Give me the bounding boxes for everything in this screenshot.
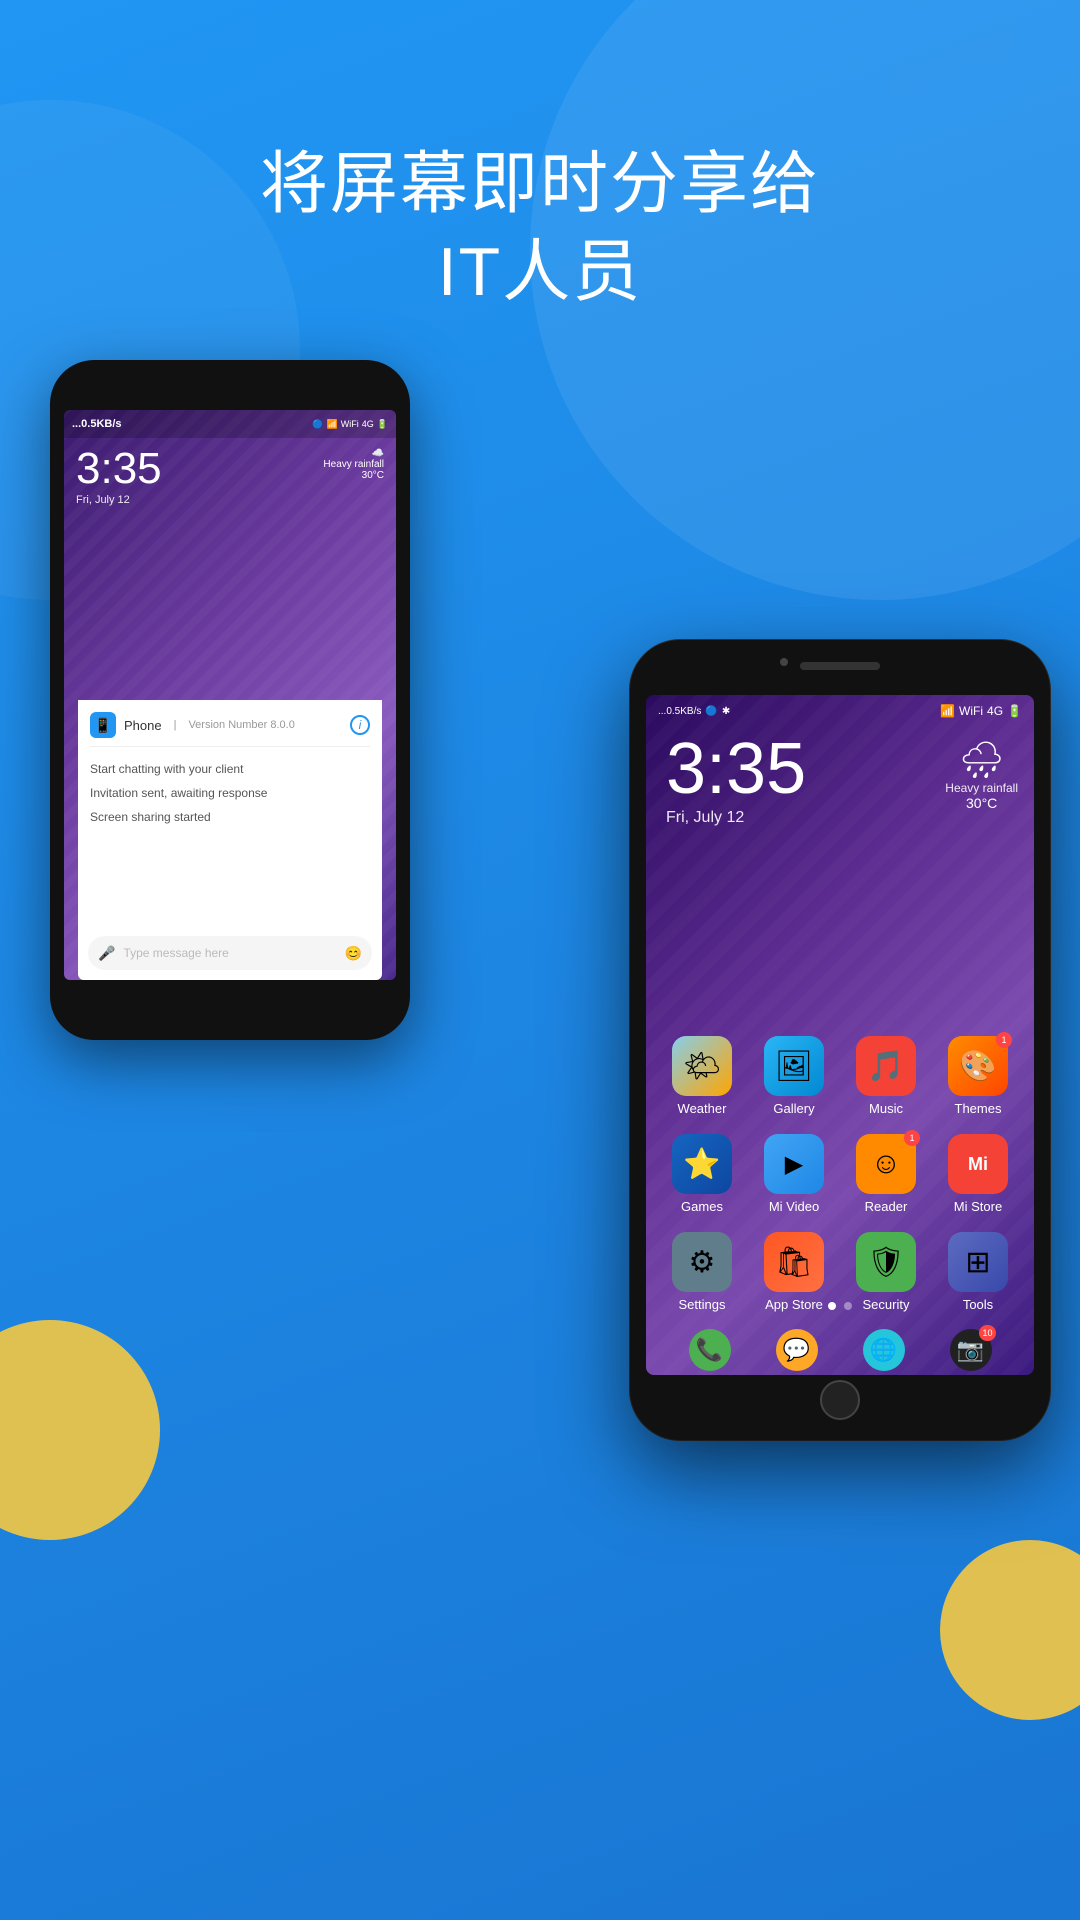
front-clock-date: Fri, July 12 xyxy=(666,809,806,827)
front-reader-icon: ☺ 1 xyxy=(856,1134,916,1194)
front-app-settings[interactable]: ⚙ Settings xyxy=(662,1232,742,1312)
front-app-appstore[interactable]: 🛍 App Store xyxy=(754,1232,834,1312)
phone-front-screen: ...0.5KB/s 🔵 ✱ 📶 WiFi 4G 🔋 3:35 Fri, Jul… xyxy=(646,695,1034,1375)
phone-front-statusbar: ...0.5KB/s 🔵 ✱ 📶 WiFi 4G 🔋 xyxy=(646,695,1034,727)
front-app-mistore[interactable]: Mi Mi Store xyxy=(938,1134,1018,1214)
front-gallery-label: Gallery xyxy=(773,1101,814,1116)
front-mivideo-label: Mi Video xyxy=(769,1199,819,1214)
back-status-icons: 🔵 📶 WiFi 4G 🔋 xyxy=(312,419,388,430)
front-app-row-3: ⚙ Settings 🛍 App Store 🛡 Security ⊞ Tool… xyxy=(656,1232,1024,1312)
headline: 将屏幕即时分享给 IT人员 xyxy=(0,140,1080,317)
front-apps: 🌤 Weather 🖼 Gallery 🎵 Music 🎨 1 Them xyxy=(646,1036,1034,1330)
front-themes-label: Themes xyxy=(955,1101,1002,1116)
network-icon: 4G xyxy=(987,704,1003,718)
front-bottom-camera[interactable]: 📷 10 xyxy=(950,1329,992,1371)
front-status-left: ...0.5KB/s 🔵 ✱ xyxy=(658,706,730,717)
wifi-icon: WiFi xyxy=(959,704,983,718)
front-themes-icon: 🎨 1 xyxy=(948,1036,1008,1096)
front-app-themes[interactable]: 🎨 1 Themes xyxy=(938,1036,1018,1116)
front-camera-badge: 10 xyxy=(979,1325,995,1341)
phone-back-statusbar: ...0.5KB/s 🔵 📶 WiFi 4G 🔋 xyxy=(64,410,396,438)
chat-version-separator: | xyxy=(174,719,177,731)
chat-app-icon: 📱 xyxy=(90,712,116,738)
chat-input-bar[interactable]: 🎤 Type message here 😊 xyxy=(88,936,372,970)
front-security-icon: 🛡 xyxy=(856,1232,916,1292)
headline-line2: IT人员 xyxy=(0,228,1080,316)
front-bottom-browser[interactable]: 🌐 xyxy=(863,1329,905,1371)
phone-front: ...0.5KB/s 🔵 ✱ 📶 WiFi 4G 🔋 3:35 Fri, Jul… xyxy=(630,640,1050,1440)
chat-msg-3: Screen sharing started xyxy=(90,805,370,829)
front-app-music[interactable]: 🎵 Music xyxy=(846,1036,926,1116)
chat-msg-1: Start chatting with your client xyxy=(90,757,370,781)
front-app-weather[interactable]: 🌤 Weather xyxy=(662,1036,742,1116)
front-app-reader[interactable]: ☺ 1 Reader xyxy=(846,1134,926,1214)
page-dots xyxy=(646,1302,1034,1310)
front-reader-label: Reader xyxy=(865,1199,908,1214)
chat-input-placeholder: Type message here xyxy=(123,946,336,960)
front-appstore-icon: 🛍 xyxy=(764,1232,824,1292)
headline-line1: 将屏幕即时分享给 xyxy=(0,140,1080,228)
front-gallery-icon: 🖼 xyxy=(764,1036,824,1096)
front-mistore-icon: Mi xyxy=(948,1134,1008,1194)
page-dot-2 xyxy=(844,1302,852,1310)
front-weather-app-icon: 🌤 xyxy=(672,1036,732,1096)
front-bottom-messages[interactable]: 💬 xyxy=(776,1329,818,1371)
phone-back-screen: ...0.5KB/s 🔵 📶 WiFi 4G 🔋 3:35 Fri, July … xyxy=(64,410,396,980)
front-games-icon: ⭐ xyxy=(672,1134,732,1194)
chat-version-label: Version Number 8.0.0 xyxy=(188,719,294,731)
phone-back: ...0.5KB/s 🔵 📶 WiFi 4G 🔋 3:35 Fri, July … xyxy=(50,360,410,1040)
front-weather-icon: 🌧 xyxy=(945,739,1018,781)
front-bottom-bar: 📞 💬 🌐 📷 10 xyxy=(646,1325,1034,1375)
back-status-speed: ...0.5KB/s xyxy=(72,418,122,430)
phone-front-clock: 3:35 Fri, July 12 xyxy=(666,733,806,827)
front-app-row-1: 🌤 Weather 🖼 Gallery 🎵 Music 🎨 1 Them xyxy=(656,1036,1024,1116)
chat-panel: 📱 Phone | Version Number 8.0.0 i Start c… xyxy=(78,700,382,980)
front-app-games[interactable]: ⭐ Games xyxy=(662,1134,742,1214)
front-tools-icon: ⊞ xyxy=(948,1232,1008,1292)
front-app-tools[interactable]: ⊞ Tools xyxy=(938,1232,1018,1312)
front-status-right: 📶 WiFi 4G 🔋 xyxy=(940,704,1022,718)
front-mivideo-icon: ▶ xyxy=(764,1134,824,1194)
front-app-mivideo[interactable]: ▶ Mi Video xyxy=(754,1134,834,1214)
front-reader-badge: 1 xyxy=(904,1130,920,1146)
front-camera xyxy=(780,658,788,666)
back-weather-temp: 30°C xyxy=(323,470,384,481)
front-music-icon: 🎵 xyxy=(856,1036,916,1096)
front-music-label: Music xyxy=(869,1101,903,1116)
chat-header: 📱 Phone | Version Number 8.0.0 i xyxy=(90,712,370,747)
chat-info-icon[interactable]: i xyxy=(350,715,370,735)
battery-icon: 🔋 xyxy=(1007,704,1022,718)
back-clock-date: Fri, July 12 xyxy=(76,494,162,506)
front-weather-app-label: Weather xyxy=(678,1101,727,1116)
chat-app-name: Phone xyxy=(124,718,162,733)
front-bottom-phone[interactable]: 📞 xyxy=(689,1329,731,1371)
back-weather-icon: ☁️ xyxy=(323,448,384,459)
phone-back-clock: 3:35 Fri, July 12 xyxy=(76,444,162,506)
front-weather-desc: Heavy rainfall xyxy=(945,781,1018,795)
front-games-label: Games xyxy=(681,1199,723,1214)
front-themes-badge: 1 xyxy=(996,1032,1012,1048)
chat-messages: Start chatting with your client Invitati… xyxy=(90,757,370,829)
front-home-button[interactable] xyxy=(820,1380,860,1420)
signal-icon: 📶 xyxy=(940,704,955,718)
front-mistore-label: Mi Store xyxy=(954,1199,1002,1214)
front-app-row-2: ⭐ Games ▶ Mi Video ☺ 1 Reader Mi Mi Stor xyxy=(656,1134,1024,1214)
front-settings-icon: ⚙ xyxy=(672,1232,732,1292)
front-clock-time: 3:35 xyxy=(666,733,806,805)
send-icon: 😊 xyxy=(345,945,362,962)
mic-icon: 🎤 xyxy=(98,945,115,962)
phone-front-weather: 🌧 Heavy rainfall 30°C xyxy=(945,739,1018,811)
front-speaker xyxy=(800,662,880,670)
page-dot-1 xyxy=(828,1302,836,1310)
back-clock-time: 3:35 xyxy=(76,444,162,494)
front-app-gallery[interactable]: 🖼 Gallery xyxy=(754,1036,834,1116)
front-weather-temp: 30°C xyxy=(945,795,1018,811)
front-app-security[interactable]: 🛡 Security xyxy=(846,1232,926,1312)
phone-back-weather: ☁️ Heavy rainfall 30°C xyxy=(323,448,384,481)
back-weather-desc: Heavy rainfall xyxy=(323,459,384,470)
chat-msg-2: Invitation sent, awaiting response xyxy=(90,781,370,805)
